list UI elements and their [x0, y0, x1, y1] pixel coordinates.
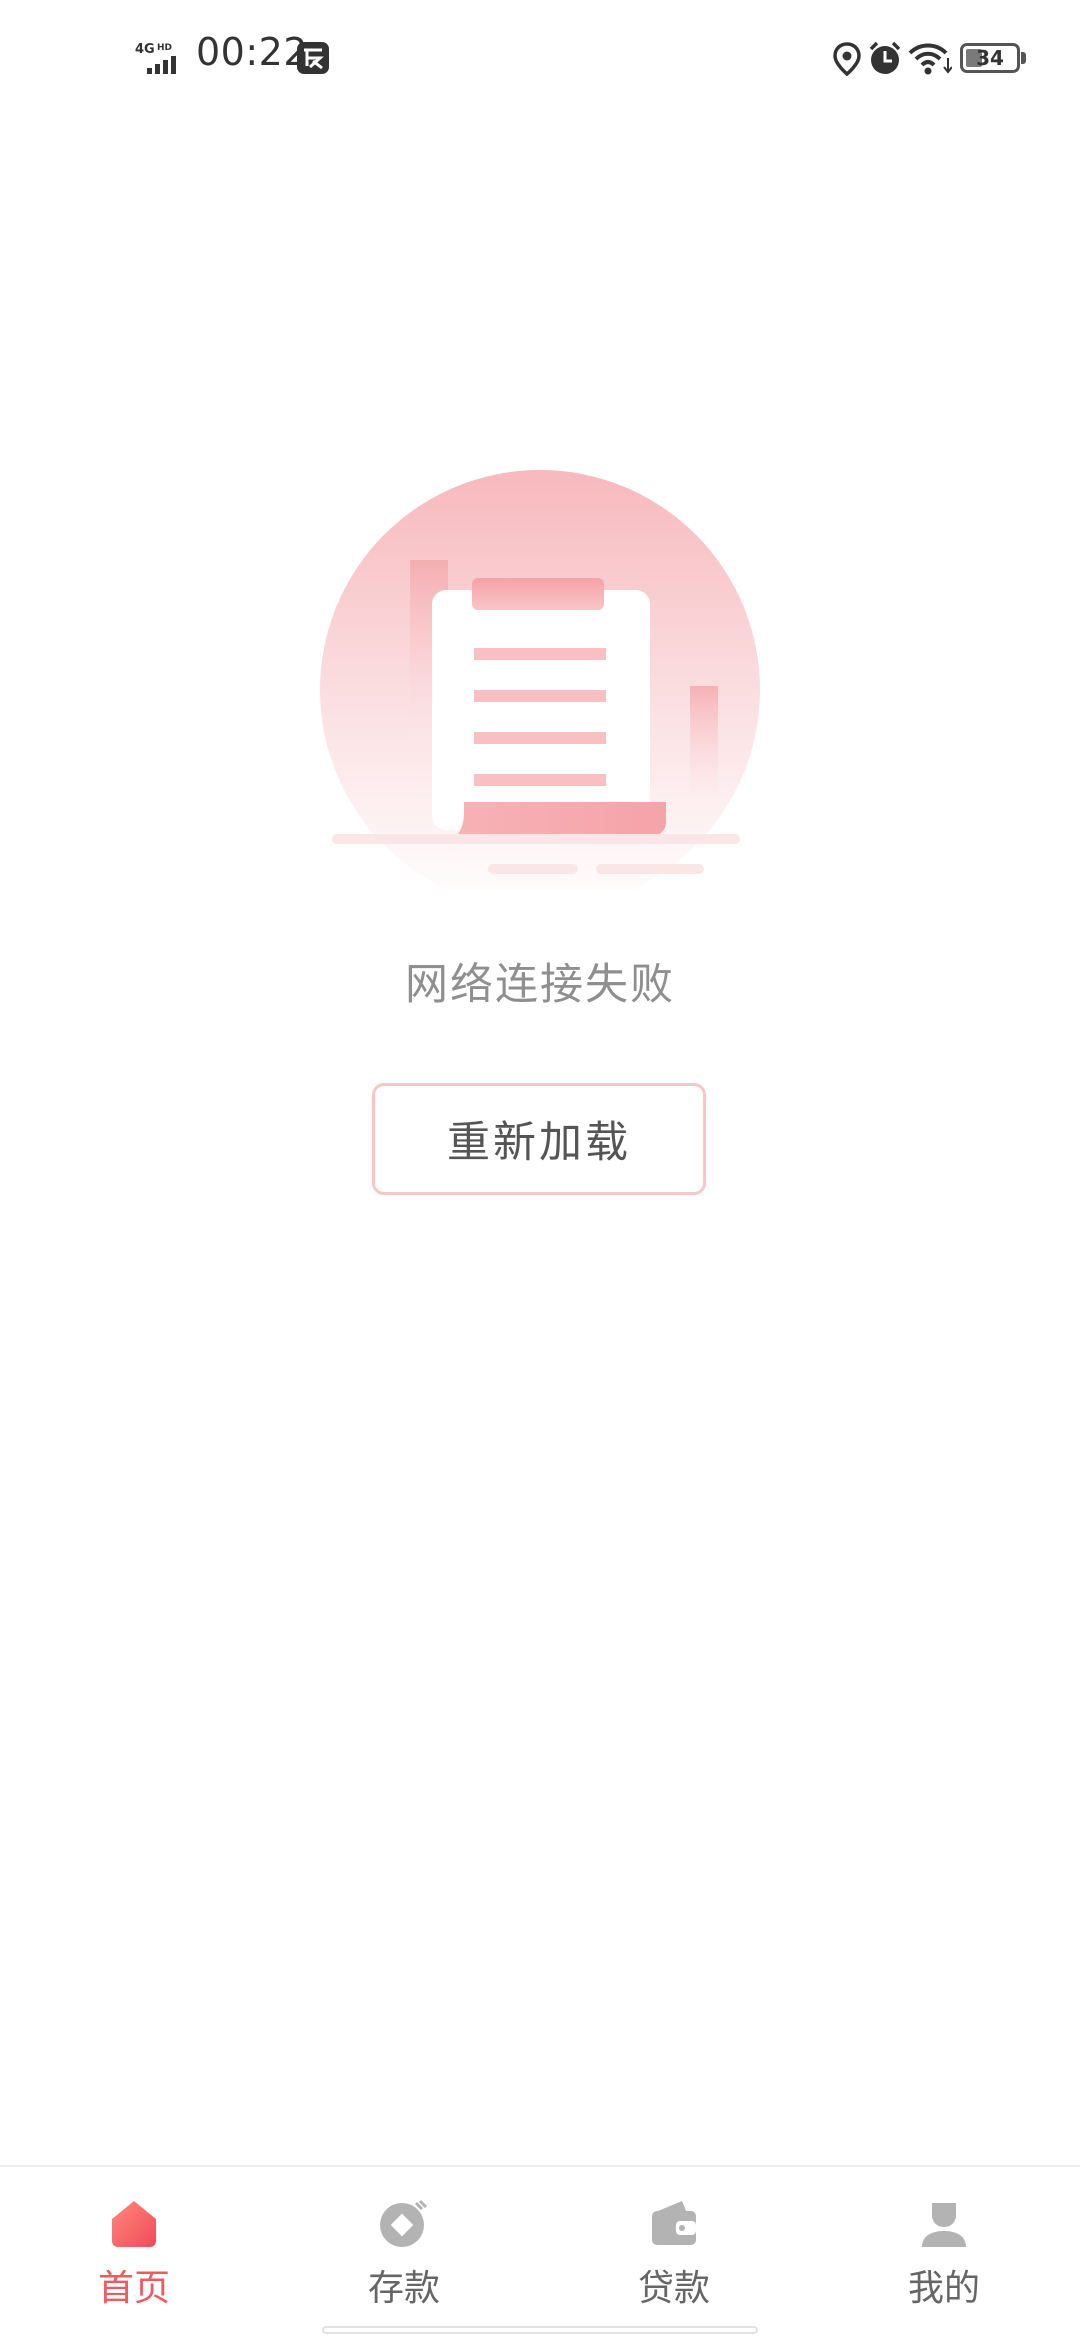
svg-text:HD: HD: [157, 43, 172, 53]
svg-text:4G: 4G: [135, 42, 155, 57]
status-time: 00:22: [196, 30, 309, 74]
app-screen: 4G HD 00:22 34 网络连接失败 重新加载 首页 存款 贷款 我的: [0, 0, 1080, 2340]
nav-item-mine[interactable]: 我的: [844, 2197, 1044, 2309]
status-bar: 4G HD 00:22 34: [0, 0, 1080, 120]
nav-item-deposit[interactable]: 存款: [304, 2197, 504, 2309]
reload-button-label: 重新加载: [447, 1118, 631, 1168]
nav-label-deposit: 存款: [367, 2268, 440, 2309]
nav-item-home[interactable]: 首页: [34, 2197, 234, 2309]
nav-label-home: 首页: [97, 2268, 170, 2309]
error-message: 网络连接失败: [405, 960, 675, 1010]
reload-button[interactable]: 重新加载: [372, 1083, 706, 1195]
battery-tip: [1021, 52, 1026, 64]
document-empty-state-illustration: [320, 470, 760, 890]
gesture-bar[interactable]: [322, 2326, 758, 2334]
battery-level-text: 34: [976, 46, 1004, 70]
nav-label-mine: 我的: [907, 2268, 980, 2309]
home-icon: [112, 2201, 156, 2247]
nav-item-loan[interactable]: 贷款: [574, 2197, 774, 2309]
signal-icon: 4G HD: [135, 42, 176, 74]
nav-label-loan: 贷款: [637, 2268, 710, 2309]
app-notification-icon: [297, 42, 329, 74]
profile-icon: [922, 2203, 966, 2247]
deposit-icon: [380, 2199, 428, 2247]
location-icon: [833, 42, 861, 76]
bottom-nav: 首页 存款 贷款 我的: [0, 2165, 1080, 2340]
alarm-icon: [869, 41, 901, 74]
battery-icon: 34: [960, 43, 1020, 73]
wifi-icon: [908, 43, 952, 75]
wallet-icon: [652, 2201, 696, 2245]
